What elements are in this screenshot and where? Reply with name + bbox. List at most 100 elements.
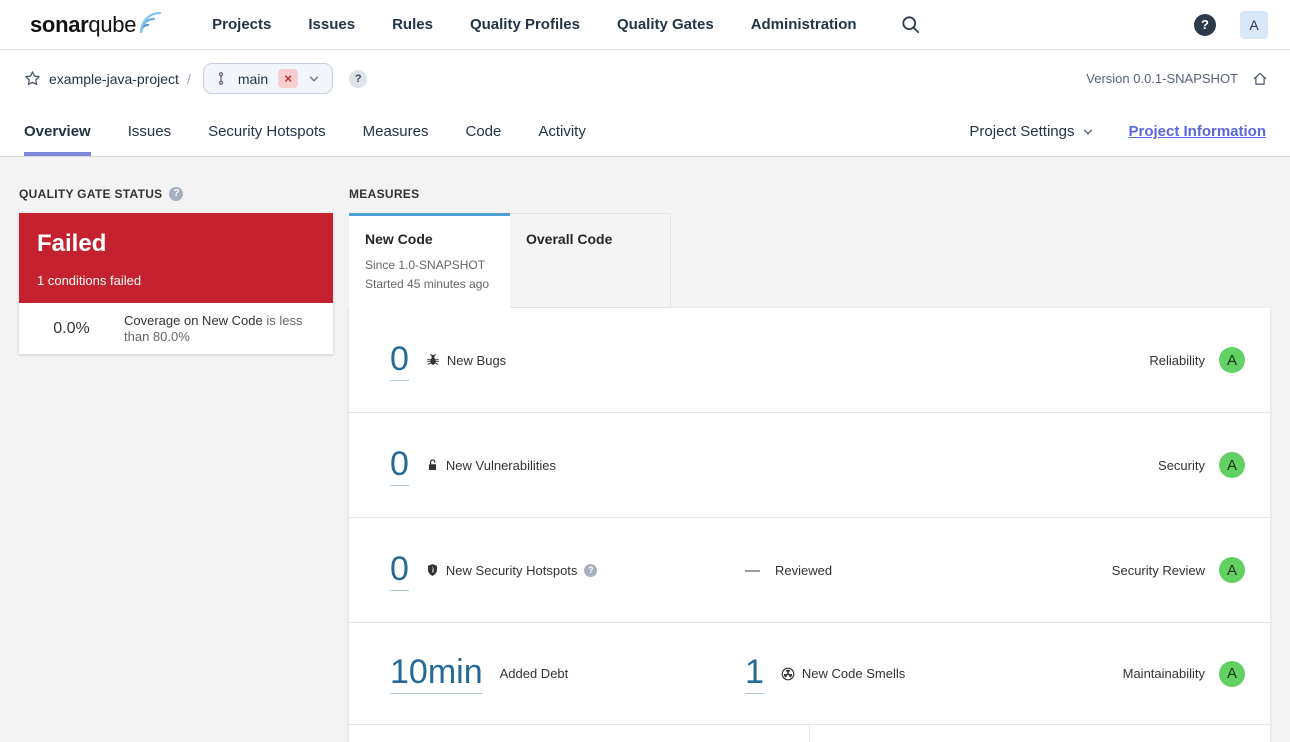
security-review-rating-badge: A (1219, 557, 1245, 583)
quality-gate-conditions-count: 1 conditions failed (37, 273, 142, 288)
code-smell-icon (781, 667, 795, 681)
context-bar-right: Version 0.0.1-SNAPSHOT (1086, 71, 1268, 87)
added-debt-link[interactable]: 10min (390, 653, 483, 694)
chevron-down-icon[interactable] (308, 73, 320, 85)
search-icon[interactable] (901, 15, 920, 34)
breadcrumb-project-name[interactable]: example-java-project (49, 71, 179, 87)
breadcrumb: example-java-project / main × ? (24, 63, 368, 94)
overview-content: QUALITY GATE STATUS ? Failed 1 condition… (0, 157, 1290, 742)
reliability-rating-badge: A (1219, 347, 1245, 373)
breadcrumb-separator: / (186, 70, 191, 87)
sonarqube-logo[interactable]: sonarqube (30, 9, 162, 38)
tab-code[interactable]: Code (465, 107, 501, 156)
added-debt-label: Added Debt (499, 666, 569, 681)
maintainability-label: Maintainability (1122, 666, 1205, 681)
new-code-tab-label: New Code (365, 231, 433, 247)
nav-item-issues[interactable]: Issues (308, 16, 355, 33)
new-vulnerabilities-count-link[interactable]: 0 (390, 445, 409, 486)
tab-issues[interactable]: Issues (128, 107, 171, 156)
new-bugs-count-link[interactable]: 0 (390, 340, 409, 381)
nav-item-quality-gates[interactable]: Quality Gates (617, 16, 714, 33)
top-navigation: sonarqube Projects Issues Rules Quality … (0, 0, 1290, 50)
measures-heading: MEASURES (349, 186, 1270, 201)
added-debt-cell: 10min Added Debt (390, 653, 745, 694)
measures-card: 0 New Bugs Reliability A 0 New Vulnerabi… (349, 308, 1270, 742)
tab-overview[interactable]: Overview (24, 107, 91, 156)
tab-measures[interactable]: Measures (363, 107, 429, 156)
reliability-label: Reliability (1149, 352, 1205, 368)
logo-text-rest: qube (88, 11, 137, 37)
branch-selector[interactable]: main × (202, 63, 334, 94)
security-review-rating: Security Review A (1112, 557, 1245, 583)
measures-tabs: New Code Since 1.0-SNAPSHOT Started 45 m… (349, 213, 1270, 308)
security-rating: Security A (1158, 452, 1245, 478)
new-code-smells-count-link[interactable]: 1 (745, 653, 764, 694)
code-smells-cell: 1 New Code Smells (745, 653, 1123, 694)
new-vulnerabilities-label: New Vulnerabilities (445, 457, 556, 473)
security-label: Security (1158, 457, 1205, 473)
vulnerabilities-cell: 0 New Vulnerabilities (390, 445, 745, 486)
tab-bar-actions: Project Settings Project Information (969, 107, 1266, 156)
home-icon[interactable] (1252, 71, 1268, 87)
new-code-since: Since 1.0-SNAPSHOT (365, 258, 486, 272)
failed-condition-row[interactable]: 0.0% Coverage on New Code is less than 8… (19, 303, 333, 354)
version-label: Version 0.0.1-SNAPSHOT (1086, 71, 1238, 86)
overall-code-tab-label: Overall Code (526, 231, 613, 247)
chevron-down-icon (1082, 126, 1094, 138)
measures-section: MEASURES New Code Since 1.0-SNAPSHOT Sta… (349, 186, 1270, 742)
main-menu: Projects Issues Rules Quality Profiles Q… (212, 16, 856, 33)
measure-row-partial (349, 725, 1270, 742)
security-review-label: Security Review (1111, 562, 1205, 578)
measures-title: MEASURES (349, 186, 420, 201)
bug-icon (426, 353, 440, 367)
bugs-cell: 0 New Bugs (390, 340, 745, 381)
logo-waves-icon (138, 9, 162, 36)
quality-gate-heading: QUALITY GATE STATUS ? (19, 186, 333, 201)
help-icon[interactable]: ? (1194, 13, 1216, 36)
tab-new-code[interactable]: New Code Since 1.0-SNAPSHOT Started 45 m… (349, 213, 510, 308)
project-tabs: Overview Issues Security Hotspots Measur… (24, 107, 586, 156)
condition-metric: Coverage on New Code (124, 312, 263, 328)
lock-open-icon (426, 458, 439, 472)
branch-help-icon[interactable]: ? (349, 69, 368, 88)
project-settings-menu[interactable]: Project Settings (969, 123, 1094, 140)
logo-text: sonarqube (30, 12, 136, 38)
duplications-cell-partial (810, 725, 1270, 742)
reviewed-label: Reviewed (775, 562, 833, 578)
new-code-started: Started 45 minutes ago (365, 277, 490, 291)
sonarqube-app: sonarqube Projects Issues Rules Quality … (0, 0, 1290, 742)
tab-security-hotspots[interactable]: Security Hotspots (208, 107, 326, 156)
project-settings-label: Project Settings (969, 123, 1075, 140)
tab-activity[interactable]: Activity (538, 107, 586, 156)
nav-item-rules[interactable]: Rules (392, 16, 433, 33)
quality-gate-section: QUALITY GATE STATUS ? Failed 1 condition… (19, 186, 333, 742)
tab-overall-code[interactable]: Overall Code (510, 213, 671, 308)
security-hotspots-help-icon[interactable]: ? (584, 563, 598, 577)
condition-description: Coverage on New Code is less than 80.0% (124, 313, 319, 345)
measure-row-security-hotspots: 0 New Security Hotspots ? — Reviewed Sec… (349, 518, 1270, 623)
favorite-star-icon[interactable] (24, 70, 41, 87)
nav-item-quality-profiles[interactable]: Quality Profiles (470, 16, 580, 33)
quality-gate-help-icon[interactable]: ? (169, 186, 184, 201)
reviewed-cell: — Reviewed (745, 562, 1112, 579)
maintainability-rating-badge: A (1219, 660, 1245, 687)
project-tab-bar: Overview Issues Security Hotspots Measur… (0, 107, 1290, 157)
maintainability-rating: Maintainability A (1122, 660, 1245, 687)
condition-value: 0.0% (53, 319, 90, 337)
branch-clear-icon[interactable]: × (278, 69, 299, 88)
nav-item-projects[interactable]: Projects (212, 16, 271, 33)
reviewed-dash: — (745, 561, 760, 579)
quality-gate-status: Failed (37, 230, 107, 257)
hotspots-cell: 0 New Security Hotspots ? (390, 550, 745, 591)
user-avatar[interactable]: A (1240, 10, 1268, 39)
branch-icon (214, 71, 228, 86)
security-rating-badge: A (1219, 452, 1245, 478)
new-security-hotspots-count-link[interactable]: 0 (390, 550, 409, 591)
project-context-bar: example-java-project / main × ? Version … (0, 50, 1290, 107)
nav-item-administration[interactable]: Administration (751, 16, 857, 33)
project-information-link[interactable]: Project Information (1128, 123, 1266, 140)
new-bugs-label: New Bugs (446, 352, 507, 368)
reliability-rating: Reliability A (1149, 347, 1245, 373)
quality-gate-title: QUALITY GATE STATUS (19, 186, 163, 201)
logo-text-bold: sonar (30, 11, 89, 37)
